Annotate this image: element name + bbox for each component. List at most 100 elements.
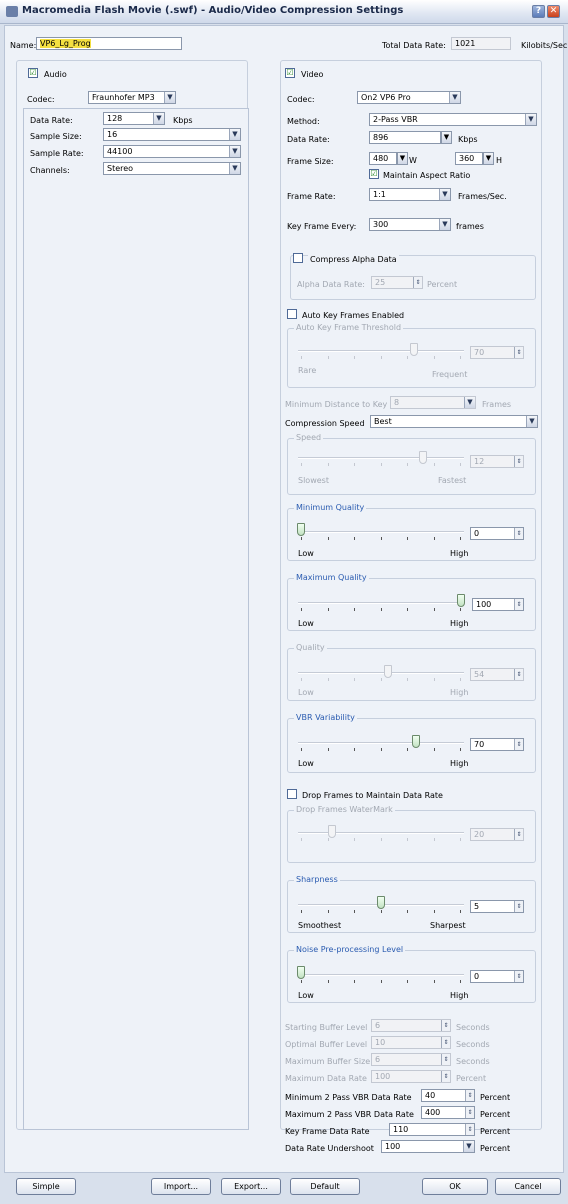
channels-select[interactable]: Stereo ▼ bbox=[103, 162, 241, 175]
vbr-label: VBR Variability bbox=[294, 713, 357, 722]
slider-tick bbox=[460, 608, 461, 611]
slider-tick bbox=[327, 838, 329, 841]
min-vbr-value: 40 bbox=[425, 1091, 436, 1100]
slider-tick bbox=[327, 537, 329, 540]
name-input[interactable]: VP6_Lg_Prog bbox=[36, 37, 182, 50]
min-vbr-input[interactable]: 40 ⇕ bbox=[421, 1089, 475, 1102]
auto-key-checkbox[interactable] bbox=[287, 309, 297, 319]
default-button[interactable]: Default bbox=[290, 1178, 360, 1195]
slider-tick bbox=[301, 678, 302, 681]
drop-frames-checkbox[interactable] bbox=[287, 789, 297, 799]
simple-button[interactable]: Simple bbox=[16, 1178, 76, 1195]
max-buffer-unit: Seconds bbox=[456, 1057, 490, 1066]
ok-button[interactable]: OK bbox=[422, 1178, 488, 1195]
speed-slider-thumb bbox=[419, 451, 427, 464]
sample-rate-select[interactable]: 44100 ▼ bbox=[103, 145, 241, 158]
sample-size-select[interactable]: 16 ▼ bbox=[103, 128, 241, 141]
name-value: VP6_Lg_Prog bbox=[40, 39, 91, 48]
export-button[interactable]: Export... bbox=[221, 1178, 281, 1195]
compression-speed-select[interactable]: Best ▼ bbox=[370, 415, 538, 428]
optimal-buffer-label: Optimal Buffer Level bbox=[285, 1040, 368, 1049]
max-quality-value: 100 bbox=[476, 600, 492, 609]
quality-slider-thumb bbox=[384, 665, 392, 678]
slider-tick bbox=[460, 838, 461, 841]
video-checkbox[interactable]: ☑ bbox=[285, 68, 295, 78]
slider-tick bbox=[460, 463, 461, 466]
frame-width-dropdown[interactable]: ▼ bbox=[397, 152, 408, 165]
audio-checkbox[interactable]: ☑ bbox=[28, 68, 38, 78]
optimal-buffer-input: 10 ⇕ bbox=[371, 1036, 451, 1049]
slider-tick bbox=[301, 838, 302, 841]
quality-value: 54 bbox=[474, 670, 485, 679]
min-quality-high: High bbox=[450, 549, 469, 558]
max-vbr-label: Maximum 2 Pass VBR Data Rate bbox=[285, 1110, 414, 1119]
max-quality-input[interactable]: 100 ⇕ bbox=[472, 598, 524, 611]
frame-rate-value: 1:1 bbox=[373, 190, 386, 199]
max-vbr-value: 400 bbox=[425, 1108, 441, 1117]
optimal-buffer-value: 10 bbox=[375, 1038, 386, 1047]
min-quality-slider-thumb[interactable] bbox=[297, 523, 305, 536]
total-data-rate-label: Total Data Rate: bbox=[382, 41, 446, 50]
slowest-label: Slowest bbox=[298, 476, 329, 485]
slider-tick bbox=[354, 678, 355, 681]
audio-codec-select[interactable]: Fraunhofer MP3 ▼ bbox=[88, 91, 176, 104]
slider-tick bbox=[354, 356, 355, 359]
video-data-rate-input[interactable]: 896 bbox=[369, 131, 441, 144]
slider-tick bbox=[407, 463, 408, 466]
undershoot-select[interactable]: 100 ▼ bbox=[381, 1140, 475, 1153]
audio-data-rate-select[interactable]: 128 ▼ bbox=[103, 112, 165, 125]
noise-value: 0 bbox=[474, 972, 480, 981]
vbr-slider-thumb[interactable] bbox=[412, 735, 420, 748]
spin-icon: ⇕ bbox=[514, 456, 523, 467]
import-button[interactable]: Import... bbox=[151, 1178, 211, 1195]
help-button[interactable]: ? bbox=[532, 5, 545, 18]
noise-label: Noise Pre-processing Level bbox=[294, 945, 406, 954]
video-codec-select[interactable]: On2 VP6 Pro ▼ bbox=[357, 91, 461, 104]
sharpness-input[interactable]: 5 ⇕ bbox=[470, 900, 524, 913]
app-icon bbox=[6, 6, 18, 17]
kf-data-rate-input[interactable]: 110 ⇕ bbox=[389, 1123, 475, 1136]
chevron-down-icon: ▼ bbox=[229, 129, 240, 140]
smoothest-label: Smoothest bbox=[298, 921, 342, 930]
frame-height-input[interactable]: 360 bbox=[455, 152, 483, 165]
vbr-low: Low bbox=[298, 759, 314, 768]
slider-tick bbox=[301, 748, 302, 751]
noise-input[interactable]: 0 ⇕ bbox=[470, 970, 524, 983]
slider-tick bbox=[354, 838, 355, 841]
vbr-input[interactable]: 70 ⇕ bbox=[470, 738, 524, 751]
key-frame-select[interactable]: 300 ▼ bbox=[369, 218, 451, 231]
method-select[interactable]: 2-Pass VBR ▼ bbox=[369, 113, 537, 126]
alpha-rate-label: Alpha Data Rate: bbox=[297, 280, 365, 289]
slider-tick bbox=[380, 678, 382, 681]
maintain-aspect-checkbox[interactable]: ☑ bbox=[369, 169, 379, 179]
max-quality-slider-thumb[interactable] bbox=[457, 594, 465, 607]
drop-frames-label: Drop Frames to Maintain Data Rate bbox=[302, 791, 443, 800]
frame-width-input[interactable]: 480 bbox=[369, 152, 397, 165]
spin-icon: ⇕ bbox=[441, 1037, 450, 1048]
slider-tick bbox=[380, 748, 382, 751]
slider-tick bbox=[301, 980, 302, 983]
window-title: Macromedia Flash Movie (.swf) - Audio/Vi… bbox=[22, 5, 404, 16]
noise-slider-thumb[interactable] bbox=[297, 966, 305, 979]
slider-tick bbox=[433, 537, 435, 540]
max-vbr-input[interactable]: 400 ⇕ bbox=[421, 1106, 475, 1119]
compress-alpha-checkbox[interactable] bbox=[293, 253, 303, 263]
spin-icon: ⇕ bbox=[514, 901, 523, 912]
spin-icon: ⇕ bbox=[465, 1124, 474, 1135]
chevron-down-icon: ▼ bbox=[449, 92, 460, 103]
auto-key-slider-track bbox=[298, 350, 464, 352]
noise-slider-track bbox=[298, 974, 464, 976]
frame-rate-select[interactable]: 1:1 ▼ bbox=[369, 188, 451, 201]
min-quality-input[interactable]: 0 ⇕ bbox=[470, 527, 524, 540]
compression-speed-label: Compression Speed bbox=[285, 419, 365, 428]
chevron-down-icon: ▼ bbox=[229, 146, 240, 157]
sharpness-slider-thumb[interactable] bbox=[377, 896, 385, 909]
data-rate-dropdown-button[interactable]: ▼ bbox=[441, 131, 452, 144]
frame-height-dropdown[interactable]: ▼ bbox=[483, 152, 494, 165]
compress-alpha-label: Compress Alpha Data bbox=[308, 255, 399, 264]
close-button[interactable]: ✕ bbox=[547, 5, 560, 18]
cancel-button[interactable]: Cancel bbox=[495, 1178, 561, 1195]
starting-buffer-label: Starting Buffer Level bbox=[285, 1023, 368, 1032]
slider-tick bbox=[433, 910, 435, 913]
noise-high: High bbox=[450, 991, 469, 1000]
